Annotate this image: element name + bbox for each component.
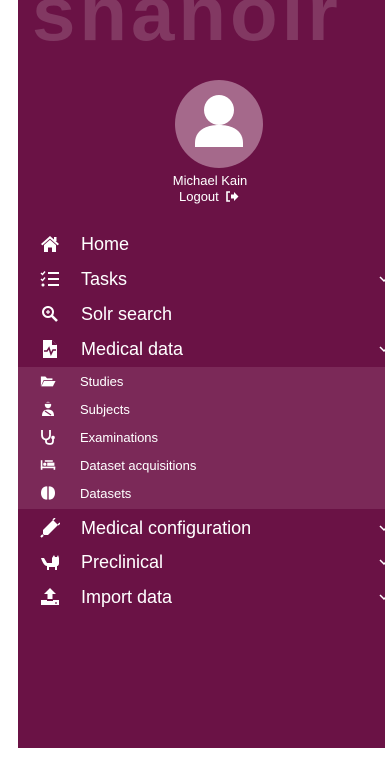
home-icon	[40, 234, 60, 254]
user-injured-icon	[40, 401, 56, 417]
menu-label-import-data: Import data	[81, 586, 173, 607]
menu-label-preclinical: Preclinical	[81, 551, 164, 572]
logout-link[interactable]: Logout	[179, 189, 239, 204]
submenu-label-datasets: Datasets	[80, 485, 132, 501]
menu-item-medical-configuration[interactable]: Medical configuration	[18, 511, 385, 545]
tasks-list-icon	[40, 269, 60, 289]
lab-animal-icon	[40, 552, 60, 572]
search-icon	[40, 304, 60, 324]
submenu-label-studies: Studies	[80, 373, 124, 389]
sidebar: shanoir Michael Kain Logout Home Tasks S…	[18, 0, 385, 748]
folder-open-icon	[40, 373, 56, 389]
app-logo: shanoir	[32, 0, 342, 48]
submenu-label-subjects: Subjects	[80, 401, 130, 417]
syringe-icon	[40, 518, 60, 538]
submenu-label-examinations: Examinations	[80, 429, 159, 445]
logout-label: Logout	[179, 189, 219, 204]
submenu-item-examinations[interactable]: Examinations	[18, 425, 385, 449]
medical-data-submenu: Studies Subjects Examinations Dataset ac…	[18, 367, 385, 509]
user-name: Michael Kain	[172, 173, 248, 188]
procedure-bed-icon	[40, 457, 56, 473]
submenu-label-dataset-acquisitions: Dataset acquisitions	[80, 457, 197, 473]
submenu-item-datasets[interactable]: Datasets	[18, 481, 385, 505]
chevron-down-icon	[379, 276, 385, 283]
sign-out-icon	[225, 191, 239, 202]
menu-item-medical-data[interactable]: Medical data	[18, 332, 385, 366]
chevron-down-icon	[379, 346, 385, 353]
submenu-item-studies[interactable]: Studies	[18, 369, 385, 393]
upload-icon	[40, 587, 60, 607]
submenu-item-dataset-acquisitions[interactable]: Dataset acquisitions	[18, 453, 385, 477]
medical-file-icon	[40, 339, 60, 359]
menu-label-medical-configuration: Medical configuration	[81, 517, 252, 538]
menu-item-solr-search[interactable]: Solr search	[18, 297, 385, 331]
menu-item-import-data[interactable]: Import data	[18, 580, 385, 614]
menu-label-tasks: Tasks	[81, 268, 128, 289]
user-avatar	[175, 80, 263, 168]
user-icon	[195, 95, 243, 147]
chevron-down-icon	[379, 559, 385, 566]
chevron-down-icon	[379, 594, 385, 601]
menu-label-solr-search: Solr search	[81, 303, 173, 324]
brain-icon	[40, 485, 56, 501]
submenu-item-subjects[interactable]: Subjects	[18, 397, 385, 421]
stethoscope-icon	[40, 429, 56, 445]
menu-item-tasks[interactable]: Tasks	[18, 262, 385, 296]
chevron-down-icon	[379, 525, 385, 532]
menu-item-home[interactable]: Home	[18, 227, 385, 261]
menu-label-home: Home	[81, 233, 130, 254]
menu-item-preclinical[interactable]: Preclinical	[18, 545, 385, 579]
menu-label-medical-data: Medical data	[81, 338, 184, 359]
